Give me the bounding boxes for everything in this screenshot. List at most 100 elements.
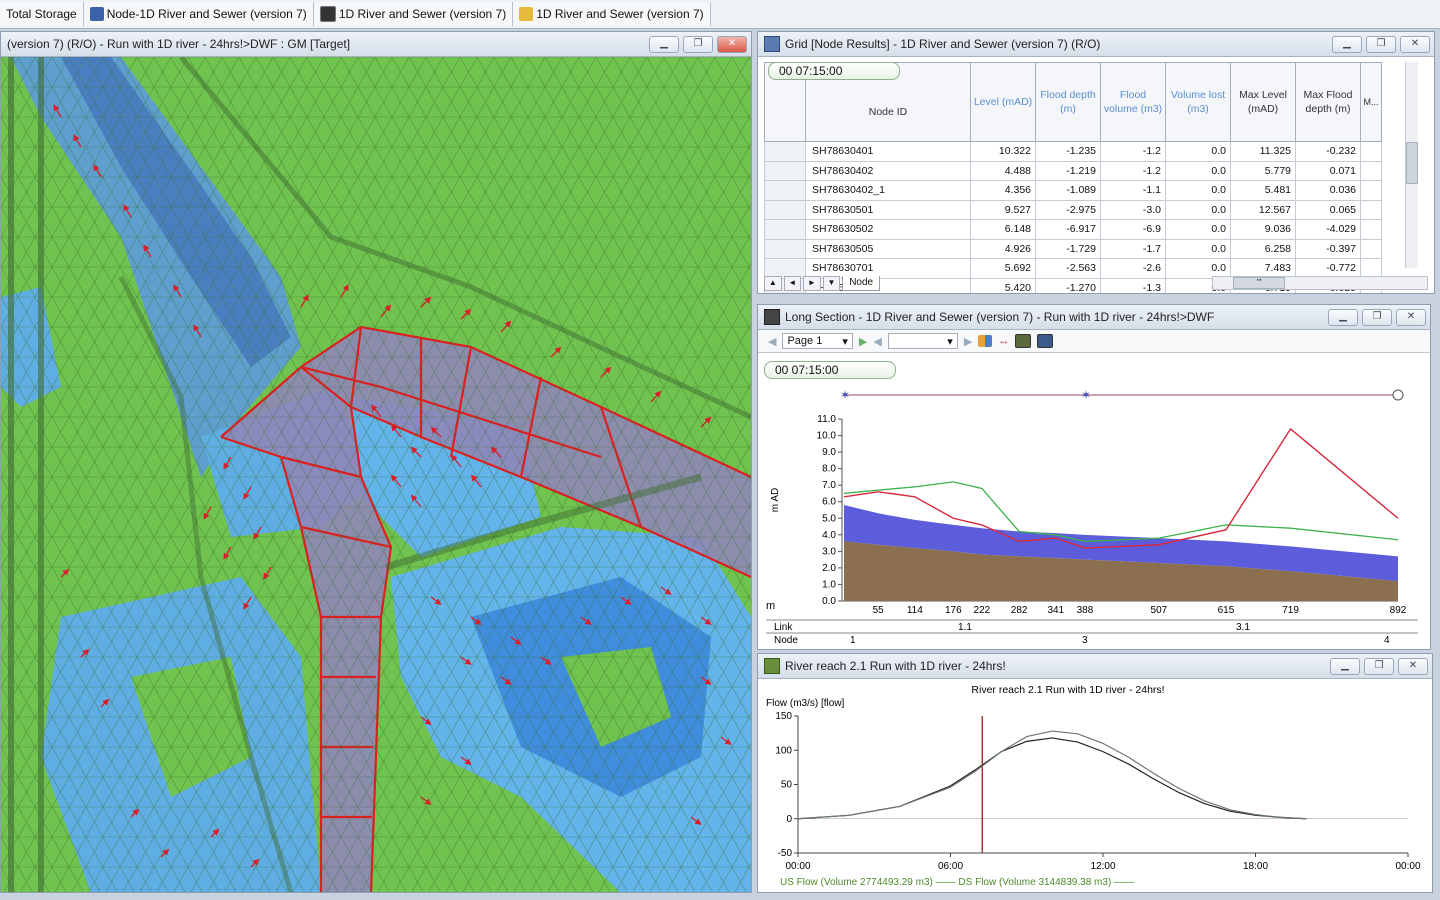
cell-value[interactable] [1360, 180, 1382, 201]
river-reach-flow-chart[interactable]: River reach 2.1 Run with 1D river - 24hr… [758, 678, 1432, 892]
restore-button[interactable]: ❐ [683, 36, 713, 53]
cell-value[interactable] [1360, 160, 1382, 181]
close-button[interactable]: ✕ [1398, 658, 1428, 675]
cell-value[interactable] [1360, 238, 1382, 259]
minimize-button[interactable]: ▁ [1332, 36, 1362, 53]
close-button[interactable]: ✕ [1396, 309, 1426, 326]
cell-value[interactable]: -4.029 [1295, 219, 1361, 240]
column-header-volume-lost[interactable]: Volume lost (m3) [1165, 62, 1231, 142]
cell-value[interactable]: 4.356 [970, 180, 1036, 201]
cell-value[interactable]: 0.0 [1165, 160, 1231, 181]
red-arrows-icon[interactable]: ↔ [998, 335, 1009, 347]
cell-node-id[interactable]: SH78630505 [805, 238, 971, 259]
cell-value[interactable]: -1.089 [1035, 180, 1101, 201]
tab-geoplan[interactable]: 1D River and Sewer (version 7) [513, 2, 711, 26]
table-row[interactable]: SH78630402 4.488 -1.219 -1.2 0.0 5.779 0.071 [764, 160, 1382, 181]
last-sheet-button[interactable]: ▼ [822, 275, 841, 291]
grid-view-icon[interactable] [1015, 334, 1032, 348]
restore-button[interactable]: ❐ [1362, 309, 1392, 326]
column-header-level[interactable]: Level (mAD) [970, 62, 1036, 142]
table-row[interactable]: SH78630502 6.148 -6.917 -6.9 0.0 9.036 -4.029 [764, 219, 1382, 240]
grid-vertical-scrollbar[interactable] [1405, 62, 1418, 268]
tab-node-grid[interactable]: Node-1D River and Sewer (version 7) [83, 2, 314, 26]
cell-value[interactable] [1360, 199, 1382, 220]
cell-value[interactable]: 11.325 [1230, 141, 1296, 162]
cell-value[interactable]: 0.0 [1165, 199, 1231, 220]
cell-value[interactable]: 0.0 [1165, 238, 1231, 259]
cell-value[interactable]: -6.917 [1035, 219, 1101, 240]
next-sheet-button[interactable]: ► [803, 275, 821, 291]
column-header-flood-depth[interactable]: Flood depth (m) [1035, 62, 1101, 142]
cell-value[interactable]: -1.7 [1100, 238, 1166, 259]
cell-value[interactable]: 4.926 [970, 238, 1036, 259]
cell-value[interactable] [1360, 141, 1382, 162]
cell-value[interactable]: 6.148 [970, 219, 1036, 240]
cell-value[interactable]: 6.258 [1230, 238, 1296, 259]
geoplan-titlebar[interactable]: (version 7) (R/O) - Run with 1D river - … [1, 32, 751, 57]
cell-value[interactable]: -6.9 [1100, 219, 1166, 240]
cell-node-id[interactable]: SH78630402 [805, 160, 971, 181]
cell-value[interactable] [1360, 219, 1382, 240]
cell-value[interactable]: -0.232 [1295, 141, 1361, 162]
cell-node-id[interactable]: SH78630402_1 [805, 180, 971, 201]
restore-button[interactable]: ❐ [1364, 658, 1394, 675]
cell-value[interactable]: -1.219 [1035, 160, 1101, 181]
properties-icon[interactable] [1037, 334, 1054, 348]
row-header[interactable] [764, 219, 806, 240]
minimize-button[interactable]: ▁ [649, 36, 679, 53]
close-button[interactable]: ✕ [717, 36, 747, 53]
long-section-titlebar[interactable]: Long Section - 1D River and Sewer (versi… [758, 305, 1430, 330]
cell-value[interactable]: 0.0 [1165, 219, 1231, 240]
play-forward-icon[interactable]: ▶ [859, 335, 867, 348]
cell-node-id[interactable]: SH78630401 [805, 141, 971, 162]
grid-hscroll-thumb[interactable]: ''' [1233, 277, 1286, 289]
cell-value[interactable]: 5.481 [1230, 180, 1296, 201]
cell-value[interactable]: 0.071 [1295, 160, 1361, 181]
cell-value[interactable]: 9.527 [970, 199, 1036, 220]
grid-time-display[interactable]: 00 07:15:00 [768, 62, 900, 80]
table-row[interactable]: SH78630501 9.527 -2.975 -3.0 0.0 12.567 0.065 [764, 199, 1382, 220]
prev-sheet-button[interactable]: ◄ [783, 275, 802, 291]
cell-value[interactable]: -1.235 [1035, 141, 1101, 162]
cell-value[interactable]: -1.2 [1100, 160, 1166, 181]
back-arrow-icon[interactable]: ◀ [768, 335, 776, 348]
table-row[interactable]: SH78630401 10.322 -1.235 -1.2 0.0 11.325 -0.23… [764, 141, 1382, 162]
cell-value[interactable]: -2.975 [1035, 199, 1101, 220]
column-header-flood-volume[interactable]: Flood volume (m3) [1100, 62, 1166, 142]
table-row[interactable]: SH78630402_1 4.356 -1.089 -1.1 0.0 5.481 0.036 [764, 180, 1382, 201]
play-back-icon[interactable]: ◀ [873, 335, 881, 348]
first-sheet-button[interactable]: ▲ [764, 275, 782, 291]
cell-value[interactable]: 0.065 [1295, 199, 1361, 220]
sheet-tab-node[interactable]: Node [842, 275, 881, 291]
cell-value[interactable]: 0.0 [1165, 180, 1231, 201]
tab-total-storage[interactable]: Total Storage [0, 2, 84, 26]
chart-type-icon[interactable] [978, 335, 993, 347]
long-section-chart[interactable]: m AD m Link Node 1.1 3.1 1 3 4 ✶ ✶ 0.0 1.0 2… [758, 375, 1430, 650]
table-row[interactable]: SH78630505 4.926 -1.729 -1.7 0.0 6.258 -0.397 [764, 238, 1382, 259]
cell-value[interactable]: -1.729 [1035, 238, 1101, 259]
column-header-max-flood-depth[interactable]: Max Flood depth (m) [1295, 62, 1361, 142]
step-forward-icon[interactable]: ▶ [964, 335, 972, 348]
cell-value[interactable]: 12.567 [1230, 199, 1296, 220]
cell-value[interactable]: 9.036 [1230, 219, 1296, 240]
row-header[interactable] [764, 199, 806, 220]
river-reach-titlebar[interactable]: River reach 2.1 Run with 1D river - 24hr… [758, 654, 1432, 679]
column-header-more[interactable]: M... [1360, 62, 1382, 142]
minimize-button[interactable]: ▁ [1330, 658, 1360, 675]
cell-value[interactable]: 0.0 [1165, 141, 1231, 162]
row-header[interactable] [764, 160, 806, 181]
column-header-max-level[interactable]: Max Level (mAD) [1230, 62, 1296, 142]
grid-horizontal-scrollbar[interactable]: ''' [1212, 276, 1428, 290]
cell-value[interactable]: -1.1 [1100, 180, 1166, 201]
grid-scroll-thumb[interactable] [1406, 142, 1418, 184]
cell-node-id[interactable]: SH78630502 [805, 219, 971, 240]
grid-titlebar[interactable]: Grid [Node Results] - 1D River and Sewer… [758, 32, 1434, 57]
close-button[interactable]: ✕ [1400, 36, 1430, 53]
cell-value[interactable]: 0.036 [1295, 180, 1361, 201]
row-header[interactable] [764, 141, 806, 162]
page-select[interactable]: Page 1 ▾ [782, 333, 853, 349]
row-header[interactable] [764, 180, 806, 201]
minimize-button[interactable]: ▁ [1328, 309, 1358, 326]
geoplan-map[interactable] [1, 57, 751, 893]
cell-value[interactable]: -1.2 [1100, 141, 1166, 162]
